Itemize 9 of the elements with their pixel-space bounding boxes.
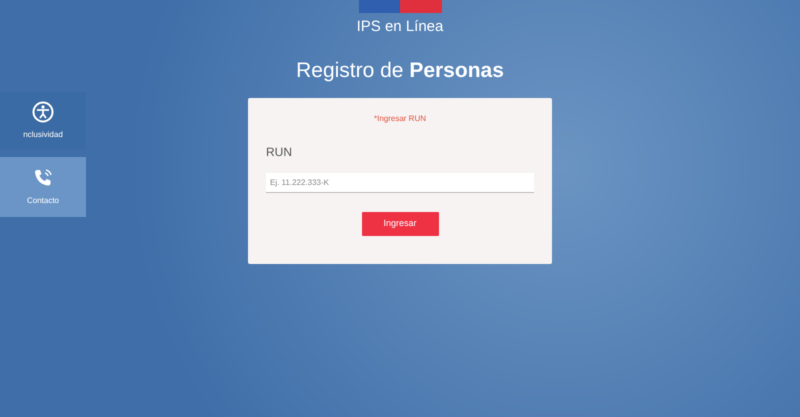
- page-heading: Registro de Personas: [296, 58, 504, 84]
- site-title: IPS en Línea: [356, 17, 444, 37]
- error-message: *Ingresar RUN: [374, 113, 426, 125]
- accessibility-icon: [32, 101, 54, 123]
- side-menu-item[interactable]: nclusividad: [0, 92, 86, 150]
- field-label: RUN: [266, 144, 292, 161]
- run-input-field[interactable]: Ej. 11.222.333-K: [266, 173, 534, 193]
- submit-button[interactable]: Ingresar: [362, 212, 438, 236]
- side-menu-item[interactable]: Contacto: [0, 157, 86, 217]
